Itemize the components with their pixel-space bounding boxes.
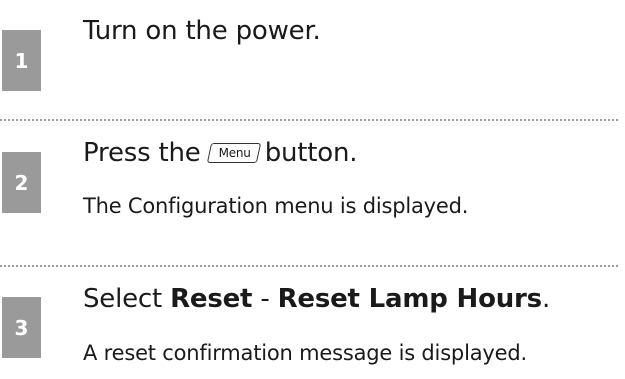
step-divider bbox=[0, 119, 618, 121]
step-number-badge: 2 bbox=[2, 152, 41, 213]
instruction-text-before: Press the bbox=[83, 138, 201, 168]
instruction-text: Turn on the power. bbox=[83, 16, 321, 46]
step-number-badge: 1 bbox=[2, 30, 41, 91]
instruction-text-after: button. bbox=[264, 138, 358, 168]
menu-separator: - bbox=[252, 284, 278, 314]
step-divider bbox=[0, 265, 618, 267]
step-instruction: Press the Menu button. bbox=[83, 138, 358, 168]
instruction-suffix: . bbox=[541, 284, 551, 314]
result-text: The Configuration menu is displayed. bbox=[83, 194, 469, 218]
step-number-badge: 3 bbox=[2, 297, 41, 358]
menu-key-label: Menu bbox=[218, 146, 251, 160]
menu-item-reset: Reset bbox=[170, 284, 253, 314]
result-text: A reset confirmation message is displaye… bbox=[83, 341, 527, 365]
menu-key-icon: Menu bbox=[209, 143, 259, 163]
step-instruction: Turn on the power. bbox=[83, 16, 321, 46]
step-number: 2 bbox=[14, 170, 29, 195]
step-result: The Configuration menu is displayed. bbox=[83, 194, 468, 218]
menu-item-reset-lamp-hours: Reset Lamp Hours bbox=[277, 284, 543, 314]
step-result: A reset confirmation message is displaye… bbox=[83, 341, 527, 365]
step-number: 3 bbox=[14, 315, 29, 340]
step-number: 1 bbox=[14, 48, 29, 73]
instruction-prefix: Select bbox=[83, 284, 171, 314]
step-instruction: Select Reset - Reset Lamp Hours. bbox=[83, 284, 550, 314]
